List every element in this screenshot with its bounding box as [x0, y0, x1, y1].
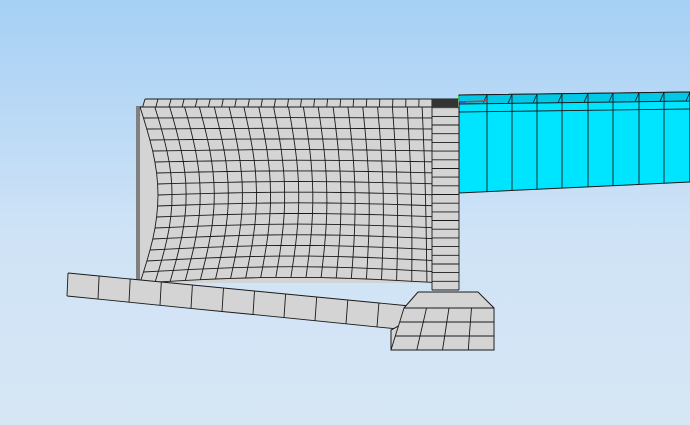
- model-canvas[interactable]: [0, 0, 690, 425]
- wall-cap: [432, 99, 458, 107]
- wall-stem[interactable]: [431, 98, 460, 291]
- selected-member-face: [458, 91, 690, 194]
- selected-member[interactable]: [458, 91, 690, 194]
- toe-block-mesh-face: [391, 308, 494, 350]
- toe-block-mesh[interactable]: [390, 307, 495, 351]
- backfill-block[interactable]: [139, 106, 443, 284]
- fem-model-viewport[interactable]: [0, 0, 690, 425]
- mesh-group: [66, 91, 690, 351]
- backfill-block-face: [140, 107, 442, 283]
